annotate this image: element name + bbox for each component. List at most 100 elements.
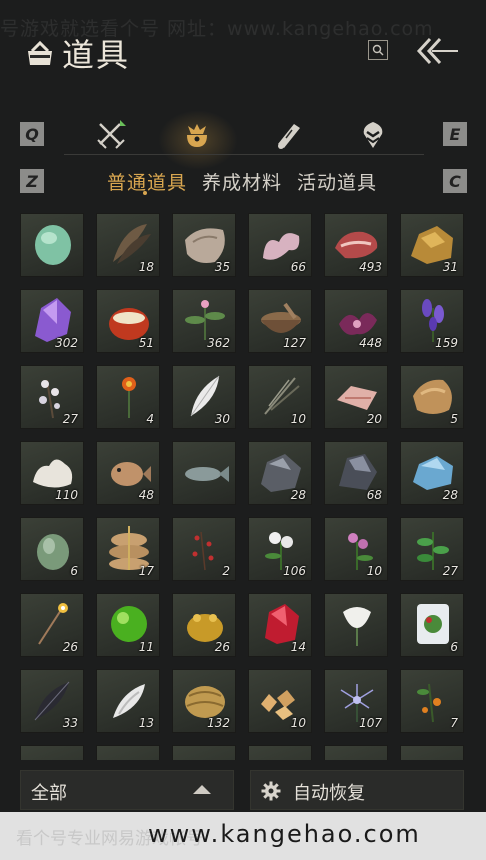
item-slot[interactable]: 17 xyxy=(96,517,160,581)
item-slot[interactable]: 493 xyxy=(324,213,388,277)
subtab-normal-items[interactable]: 普通道具 xyxy=(107,168,187,195)
item-count: 106 xyxy=(283,564,306,578)
subtabs: Z 普通道具 养成材料 活动道具 C xyxy=(0,160,486,200)
item-count: 302 xyxy=(55,336,78,350)
item-slot-partial[interactable] xyxy=(96,745,160,760)
item-slot[interactable]: 27 xyxy=(20,365,84,429)
filter-label: 全部 xyxy=(31,783,67,804)
item-slot[interactable] xyxy=(20,213,84,277)
item-count: 7 xyxy=(450,716,458,730)
item-slot[interactable]: 448 xyxy=(324,289,388,353)
item-count: 31 xyxy=(442,260,458,274)
item-count: 51 xyxy=(138,336,154,350)
item-slot-partial[interactable] xyxy=(20,745,84,760)
key-hint-e[interactable]: E xyxy=(443,122,467,146)
item-count: 4 xyxy=(146,412,154,426)
item-count: 68 xyxy=(366,488,382,502)
item-slot[interactable]: 30 xyxy=(172,365,236,429)
item-count: 33 xyxy=(62,716,78,730)
item-count: 13 xyxy=(138,716,154,730)
item-slot[interactable]: 27 xyxy=(400,517,464,581)
item-count: 27 xyxy=(442,564,458,578)
item-slot[interactable]: 68 xyxy=(324,441,388,505)
item-count: 6 xyxy=(450,640,458,654)
scroll-icon[interactable] xyxy=(270,118,304,152)
item-slot[interactable]: 28 xyxy=(400,441,464,505)
item-slot[interactable]: 35 xyxy=(172,213,236,277)
item-slot[interactable]: 132 xyxy=(172,669,236,733)
tab-divider xyxy=(64,154,424,155)
watermark-bottom-url: www.kangehao.com xyxy=(148,820,421,848)
item-slot[interactable]: 106 xyxy=(248,517,312,581)
item-slot[interactable]: 66 xyxy=(248,213,312,277)
item-count: 11 xyxy=(138,640,154,654)
item-count: 127 xyxy=(283,336,306,350)
item-slot[interactable]: 20 xyxy=(324,365,388,429)
item-slot[interactable]: 6 xyxy=(400,593,464,657)
item-count: 159 xyxy=(435,336,458,350)
item-slot[interactable]: 28 xyxy=(248,441,312,505)
item-count: 362 xyxy=(207,336,230,350)
item-count: 110 xyxy=(55,488,78,502)
item-slot[interactable]: 10 xyxy=(248,669,312,733)
item-count: 18 xyxy=(138,260,154,274)
item-slot[interactable]: 13 xyxy=(96,669,160,733)
item-slot[interactable]: 51 xyxy=(96,289,160,353)
crossed-swords-icon[interactable] xyxy=(94,118,128,152)
item-slot[interactable]: 7 xyxy=(400,669,464,733)
item-count: 14 xyxy=(290,640,306,654)
item-slot[interactable]: 10 xyxy=(248,365,312,429)
item-slot[interactable]: 26 xyxy=(172,593,236,657)
item-slot[interactable]: 14 xyxy=(248,593,312,657)
bottom-bar: 全部 自动恢复 xyxy=(0,770,486,814)
auto-restore-label: 自动恢复 xyxy=(293,783,365,804)
category-tabs: Q E xyxy=(0,112,486,156)
item-slot[interactable]: 362 xyxy=(172,289,236,353)
key-hint-q[interactable]: Q xyxy=(20,122,44,146)
item-count: 66 xyxy=(290,260,306,274)
item-count: 35 xyxy=(214,260,230,274)
double-chevron-left-icon[interactable] xyxy=(414,36,460,66)
item-slot[interactable]: 48 xyxy=(96,441,160,505)
key-hint-z[interactable]: Z xyxy=(20,169,44,193)
key-hint-c[interactable]: C xyxy=(443,169,467,193)
item-count: 17 xyxy=(138,564,154,578)
item-slot[interactable]: 4 xyxy=(96,365,160,429)
item-slot[interactable]: 26 xyxy=(20,593,84,657)
item-slot[interactable]: 127 xyxy=(248,289,312,353)
item-slot-partial[interactable] xyxy=(400,745,464,760)
item-count: 26 xyxy=(62,640,78,654)
item-slot[interactable] xyxy=(324,593,388,657)
item-count: 10 xyxy=(290,412,306,426)
item-slot[interactable]: 159 xyxy=(400,289,464,353)
filter-dropdown[interactable]: 全部 xyxy=(20,770,234,810)
item-count: 27 xyxy=(62,412,78,426)
search-icon[interactable] xyxy=(368,40,388,60)
subtab-event-items[interactable]: 活动道具 xyxy=(297,168,377,195)
item-slot[interactable]: 18 xyxy=(96,213,160,277)
white-lily-icon xyxy=(343,607,371,646)
item-slot-partial[interactable] xyxy=(172,745,236,760)
item-slot[interactable]: 5 xyxy=(400,365,464,429)
map-marker-icon[interactable] xyxy=(356,118,390,152)
item-grid: 18 35 66 493 31 302 51 362 127 448 159 27 4 30 10 20 5 11… xyxy=(0,205,486,760)
item-slot-partial[interactable] xyxy=(324,745,388,760)
item-slot[interactable]: 33 xyxy=(20,669,84,733)
item-slot[interactable]: 107 xyxy=(324,669,388,733)
auto-restore-button[interactable]: 自动恢复 xyxy=(250,770,464,810)
item-slot[interactable]: 11 xyxy=(96,593,160,657)
pouch-icon[interactable] xyxy=(180,118,214,152)
item-slot[interactable]: 110 xyxy=(20,441,84,505)
item-count: 28 xyxy=(290,488,306,502)
item-slot[interactable]: 6 xyxy=(20,517,84,581)
item-slot[interactable] xyxy=(172,441,236,505)
item-slot[interactable]: 2 xyxy=(172,517,236,581)
gear-icon xyxy=(261,781,281,801)
pouch-title-icon xyxy=(28,40,52,65)
subtab-materials[interactable]: 养成材料 xyxy=(202,168,282,195)
item-slot[interactable]: 10 xyxy=(324,517,388,581)
item-slot-partial[interactable] xyxy=(248,745,312,760)
item-count: 48 xyxy=(138,488,154,502)
item-slot[interactable]: 31 xyxy=(400,213,464,277)
item-slot[interactable]: 302 xyxy=(20,289,84,353)
